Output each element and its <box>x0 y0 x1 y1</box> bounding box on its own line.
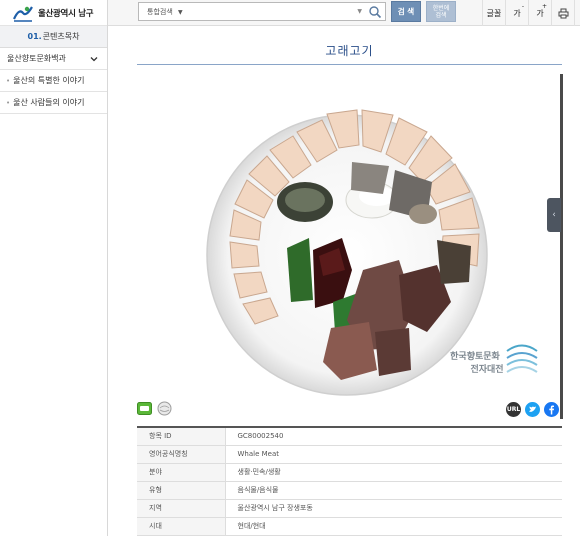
whale-meat-photo: 한국향토문화 전자대전 <box>137 70 562 415</box>
bullet-icon: • <box>6 98 11 107</box>
twitter-icon[interactable] <box>525 402 540 417</box>
table-row: 영어공식명칭 Whale Meat <box>137 445 562 464</box>
row-key: 유형 <box>137 481 226 500</box>
row-key: 지역 <box>137 499 226 518</box>
sidebar-item-people-story[interactable]: • 울산 사람들의 이야기 <box>0 92 107 114</box>
table-row: 시대 현대/현대 <box>137 517 562 536</box>
toc-label: 콘텐츠목차 <box>42 32 80 41</box>
font-button[interactable]: 글꼴 <box>482 0 505 26</box>
font-smaller-label: 가 <box>513 8 521 18</box>
blog-share-icon[interactable] <box>137 401 152 416</box>
search-category-label: 통합검색 <box>147 7 173 16</box>
advanced-search-label: 한번에 <box>432 4 450 12</box>
font-larger-button[interactable]: 가 + <box>528 0 551 26</box>
row-value: 현대/현대 <box>225 517 562 536</box>
table-row: 분야 생활·민속/생활 <box>137 463 562 482</box>
row-key: 영어공식명칭 <box>137 445 226 464</box>
watermark-text-1: 한국향토문화 <box>450 350 500 362</box>
row-key: 시대 <box>137 517 226 536</box>
sidebar-item-special-story[interactable]: • 울산의 특별한 이야기 <box>0 70 107 92</box>
row-value: Whale Meat <box>225 445 562 464</box>
search-icon[interactable] <box>368 5 382 19</box>
page-title: 고래고기 <box>325 44 374 58</box>
side-panel-toggle[interactable]: ‹ <box>547 198 561 232</box>
site-logo[interactable]: 울산광역시 남구 <box>0 0 107 26</box>
toolbar: 글꼴 가- 가 + <box>482 0 580 26</box>
sidebar-item-label: 울산 사람들의 이야기 <box>13 98 85 107</box>
chevron-down-icon <box>90 56 98 61</box>
row-value: GC80002540 <box>225 426 562 446</box>
facebook-icon[interactable] <box>544 402 559 417</box>
advanced-search-label: 검색 <box>435 11 447 19</box>
bullet-icon: • <box>6 76 11 85</box>
minus-icon: - <box>521 3 524 10</box>
watermark-text-2: 전자대전 <box>470 363 503 375</box>
row-value: 울산광역시 남구 장생포동 <box>225 499 562 518</box>
search-box: 통합검색 ▼ ▼ <box>138 2 386 21</box>
table-row: 지역 울산광역시 남구 장생포동 <box>137 499 562 518</box>
row-key: 항목 ID <box>137 426 226 446</box>
watermark-logo <box>506 344 538 373</box>
font-smaller-button[interactable]: 가- <box>505 0 528 26</box>
title-divider <box>137 64 562 65</box>
search-input[interactable] <box>199 4 358 19</box>
city-emblem-icon <box>12 5 33 22</box>
toc-header[interactable]: 01. 콘텐츠목차 <box>0 26 107 48</box>
url-share-icon[interactable]: URL <box>506 402 521 417</box>
row-value: 생활·민속/생활 <box>225 463 562 482</box>
sidebar-item-label: 울산향토문화백과 <box>7 54 66 63</box>
dropdown-arrow-icon[interactable]: ▼ <box>357 8 362 15</box>
dropdown-arrow-icon: ▼ <box>178 8 183 16</box>
table-row: 유형 음식물/음식물 <box>137 481 562 500</box>
toc-number: 01. <box>27 32 42 41</box>
plus-icon: + <box>541 3 547 10</box>
wikipedia-icon[interactable] <box>157 401 172 416</box>
advanced-search-button[interactable]: 한번에 검색 <box>426 1 456 22</box>
print-button[interactable] <box>551 0 574 26</box>
document-button[interactable] <box>574 0 580 26</box>
site-title: 울산광역시 남구 <box>38 8 94 19</box>
sidebar-item-encyclopedia[interactable]: 울산향토문화백과 <box>0 48 107 70</box>
info-table: 항목 ID GC80002540 영어공식명칭 Whale Meat 분야 생활… <box>137 426 562 536</box>
table-row: 항목 ID GC80002540 <box>137 426 562 446</box>
row-value: 음식물/음식물 <box>225 481 562 500</box>
chevron-left-icon: ‹ <box>552 210 556 220</box>
share-row: URL <box>137 401 562 419</box>
top-bar: 통합검색 ▼ ▼ 검 색 한번에 검색 글꼴 가- 가 + <box>108 0 580 26</box>
printer-icon <box>558 8 568 18</box>
sidebar-item-label: 울산의 특별한 이야기 <box>13 76 85 85</box>
sidebar: 울산광역시 남구 01. 콘텐츠목차 울산향토문화백과 • 울산의 특별한 이야… <box>0 0 108 536</box>
scroll-bar[interactable] <box>560 74 563 419</box>
search-category-select[interactable]: 통합검색 ▼ <box>139 7 199 17</box>
row-key: 분야 <box>137 463 226 482</box>
search-button[interactable]: 검 색 <box>391 1 421 22</box>
main-content: 고래고기 한국향토문화 전자대전 ‹ URL 항목 ID GC80002540 … <box>108 26 580 536</box>
